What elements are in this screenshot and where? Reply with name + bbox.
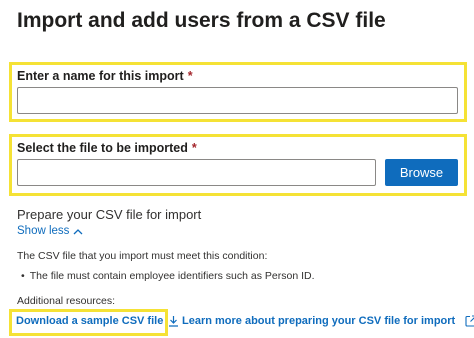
import-name-label: Enter a name for this import * (17, 69, 193, 83)
required-marker: * (187, 69, 193, 83)
import-name-label-text: Enter a name for this import (17, 69, 184, 83)
page-title: Import and add users from a CSV file (17, 9, 386, 32)
prepare-section-title: Prepare your CSV file for import (17, 207, 202, 222)
resources-label: Additional resources: (17, 295, 116, 307)
bullet-dot: • (21, 270, 25, 282)
external-link-icon (465, 315, 474, 327)
list-item: • The file must contain employee identifi… (21, 270, 315, 282)
required-marker: * (191, 141, 197, 155)
show-less-label: Show less (17, 225, 70, 237)
import-file-label: Select the file to be imported * (17, 141, 197, 155)
download-icon (168, 315, 179, 327)
learn-more-link-text: Learn more about preparing your CSV file… (182, 315, 456, 327)
download-sample-link-text: Download a sample CSV file (16, 315, 164, 327)
browse-button[interactable]: Browse (385, 159, 458, 186)
learn-more-link[interactable]: Learn more about preparing your CSV file… (182, 315, 474, 327)
import-name-input[interactable] (17, 87, 458, 114)
bullet-text: The file must contain employee identifie… (29, 270, 315, 282)
chevron-up-icon (73, 228, 83, 235)
import-file-label-text: Select the file to be imported (17, 141, 188, 155)
condition-text: The CSV file that you import must meet t… (17, 250, 268, 262)
show-less-toggle[interactable]: Show less (17, 225, 83, 237)
download-sample-link[interactable]: Download a sample CSV file (16, 315, 179, 327)
import-file-input[interactable] (17, 159, 376, 186)
